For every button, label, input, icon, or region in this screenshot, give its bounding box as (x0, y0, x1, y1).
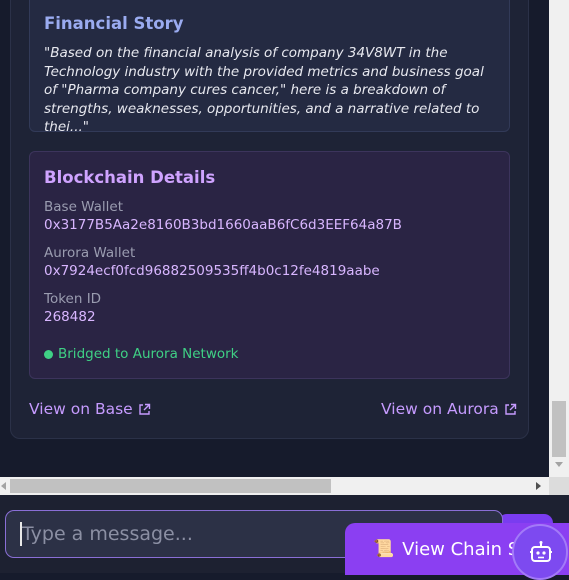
text-caret (20, 522, 22, 546)
bridge-status-text: Bridged to Aurora Network (58, 346, 239, 362)
vertical-scrollbar[interactable] (549, 0, 569, 477)
bridge-status: Bridged to Aurora Network (44, 346, 239, 362)
aurora-wallet-label: Aurora Wallet (44, 245, 136, 261)
view-on-base-link[interactable]: View on Base (29, 400, 151, 418)
vertical-scroll-thumb[interactable] (552, 401, 566, 457)
base-wallet-label: Base Wallet (44, 199, 124, 215)
horizontal-scroll-thumb[interactable] (10, 479, 331, 493)
external-link-icon (505, 403, 516, 415)
view-on-aurora-label: View on Aurora (381, 400, 499, 418)
robot-icon (530, 541, 552, 562)
view-on-aurora-link[interactable]: View on Aurora (381, 400, 517, 418)
chatbot-button[interactable] (512, 524, 568, 580)
scroll-down-arrow-icon[interactable] (555, 462, 563, 467)
view-on-base-label: View on Base (29, 400, 133, 418)
scroll-icon: 📜 (373, 539, 395, 559)
scroll-viewport[interactable]: Financial Story "Based on the financial … (0, 0, 549, 477)
scrollbar-corner (549, 477, 569, 495)
scroll-left-arrow-icon[interactable] (1, 482, 6, 490)
token-id-label: Token ID (44, 291, 102, 307)
horizontal-scrollbar[interactable] (0, 477, 549, 495)
financial-story-text: "Based on the financial analysis of comp… (44, 45, 484, 136)
external-link-icon (138, 403, 150, 415)
blockchain-details-title: Blockchain Details (44, 168, 216, 187)
aurora-wallet-address: 0x7924ecf0fcd96882509535ff4b0c12fe4819aa… (44, 263, 380, 279)
base-wallet-address: 0x3177B5Aa2e8160B3bd1660aaB6fC6d3EEF64a8… (44, 217, 402, 233)
scroll-right-arrow-icon[interactable] (536, 482, 541, 490)
financial-story-title: Financial Story (44, 14, 184, 33)
view-chain-status-label: View Chain St (402, 538, 527, 560)
status-dot-icon (44, 349, 53, 359)
token-id-value: 268482 (44, 309, 96, 325)
